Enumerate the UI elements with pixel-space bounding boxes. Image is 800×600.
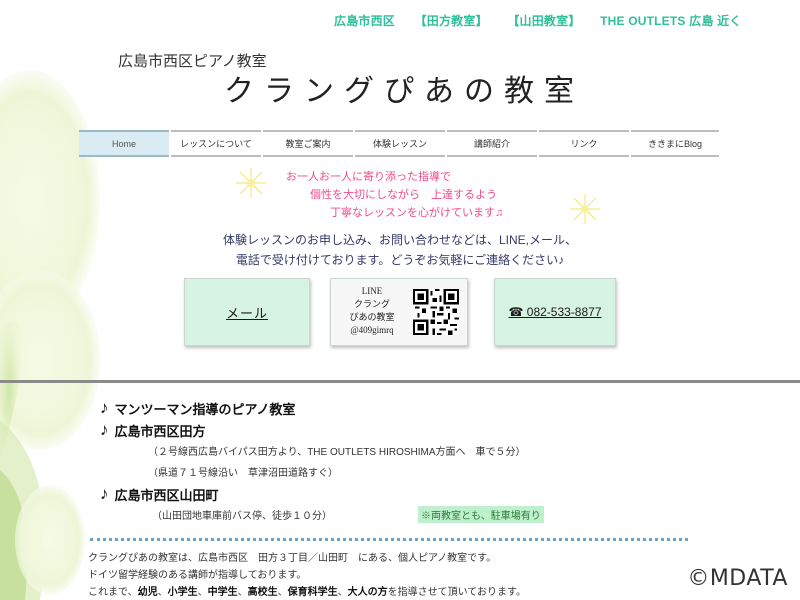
info-heading: ♪ マンツーマン指導のピアノ教室 (100, 398, 544, 418)
heading-text: 広島市西区山田町 (114, 487, 219, 503)
mail-button[interactable]: メール (184, 278, 310, 346)
tagline-outlets: THE OUTLETS 広島 近く (600, 14, 742, 28)
intro-message: お一人お一人に寄り添った指導で 個性を大切にしながら 上達するよう 丁寧なレッス… (286, 168, 503, 222)
sparkle-icon (236, 168, 266, 198)
nav-lesson[interactable]: レッスンについて (171, 130, 261, 157)
watermark: ©MDATA (687, 566, 788, 591)
access-line: （山田団地車庫前バス停、徒歩１０分） ※両教室とも、駐車場有り (100, 504, 544, 525)
contact-line: 電話で受け付けております。どうぞお気軽にご連絡ください♪ (235, 253, 565, 267)
description-line: これまで、幼児、小学生、中学生、高校生、保育科学生、大人の方を指導させて頂いてお… (88, 587, 527, 598)
contact-message: 体験レッスンのお申し込み、お問い合わせなどは、LINE,メール、 電話で受け付け… (0, 230, 800, 270)
nav-links[interactable]: リンク (539, 130, 629, 157)
main-nav: Home レッスンについて 教室ご案内 体験レッスン 講師紹介 リンク ききまに… (79, 130, 719, 157)
student-type: 幼児 (137, 587, 158, 598)
line-name: ぴあの教室 (349, 312, 395, 322)
nav-trial-lesson[interactable]: 体験レッスン (355, 130, 445, 157)
student-type: 高校生 (247, 587, 278, 598)
student-type: 大人の方 (347, 587, 388, 598)
student-type: 中学生 (207, 587, 238, 598)
line-contact-card[interactable]: LINE クラング ぴあの教室 @409gimrq (330, 278, 468, 346)
music-note-icon: ♪ (100, 398, 109, 417)
dotted-divider (90, 538, 688, 541)
nav-school-info[interactable]: 教室ご案内 (263, 130, 353, 157)
header-tagline: 広島市西区 【田方教室】 【山田教室】 THE OUTLETS 広島 近く (334, 12, 741, 29)
music-note-icon: ♪ (100, 420, 109, 439)
parking-note: ※両教室とも、駐車場有り (418, 506, 544, 523)
student-type: 小学生 (167, 587, 198, 598)
nav-teacher[interactable]: 講師紹介 (447, 130, 537, 157)
intro-line: 個性を大切にしながら 上達するよう (310, 189, 497, 201)
tagline-tagata: 【田方教室】 (414, 14, 488, 28)
intro-line: 丁寧なレッスンを心がけています♫ (330, 207, 504, 219)
line-name: クラング (353, 299, 390, 309)
tagline-yamada: 【山田教室】 (507, 14, 581, 28)
student-type: 保育科学生 (287, 587, 338, 598)
info-heading: ♪ 広島市西区田方 (100, 420, 544, 440)
description-line: クラングぴあの教室は、広島市西区 田方３丁目／山田町 にある、個人ピアノ教室です… (88, 553, 497, 564)
phone-button[interactable]: ☎ 082-533-8877 (494, 278, 616, 346)
description-line: ドイツ留学経験のある講師が指導しております。 (88, 570, 307, 581)
description-text: を指導させて頂いております。 (387, 587, 527, 598)
info-heading: ♪ 広島市西区山田町 (100, 484, 544, 504)
sparkle-icon (570, 194, 600, 224)
school-description: クラングぴあの教室は、広島市西区 田方３丁目／山田町 にある、個人ピアノ教室です… (88, 550, 526, 600)
line-label: LINE (361, 286, 383, 296)
nav-blog[interactable]: ききまにBlog (631, 130, 719, 157)
heading-text: 広島市西区田方 (114, 423, 206, 439)
heading-text: マンツーマン指導のピアノ教室 (114, 401, 296, 417)
music-note-icon: ♪ (100, 484, 109, 503)
contact-line: 体験レッスンのお申し込み、お問い合わせなどは、LINE,メール、 (222, 233, 577, 247)
school-info: ♪ マンツーマン指導のピアノ教室 ♪ 広島市西区田方 （２号線西広島バイパス田方… (100, 398, 544, 525)
line-id: @409gimrq (350, 325, 394, 335)
line-info: LINE クラング ぴあの教室 @409gimrq (337, 285, 407, 337)
phone-number: ☎ 082-533-8877 (508, 305, 602, 319)
site-title[interactable]: クラングぴあの教室 (224, 66, 584, 110)
qr-code-icon[interactable] (413, 289, 459, 335)
description-text: これまで、 (88, 587, 138, 598)
access-line: （県道７１号線沿い 草津沼田道路すぐ） (148, 468, 338, 479)
tagline-area: 広島市西区 (334, 14, 396, 28)
nav-home[interactable]: Home (79, 130, 169, 157)
mail-button-label: メール (225, 305, 268, 321)
section-divider (0, 380, 800, 383)
access-line: （２号線西広島バイパス田方より、THE OUTLETS HIROSHIMA方面へ… (148, 447, 526, 458)
intro-line: お一人お一人に寄り添った指導で (286, 171, 451, 183)
yamada-access: （山田団地車庫前バス停、徒歩１０分） (152, 511, 332, 522)
